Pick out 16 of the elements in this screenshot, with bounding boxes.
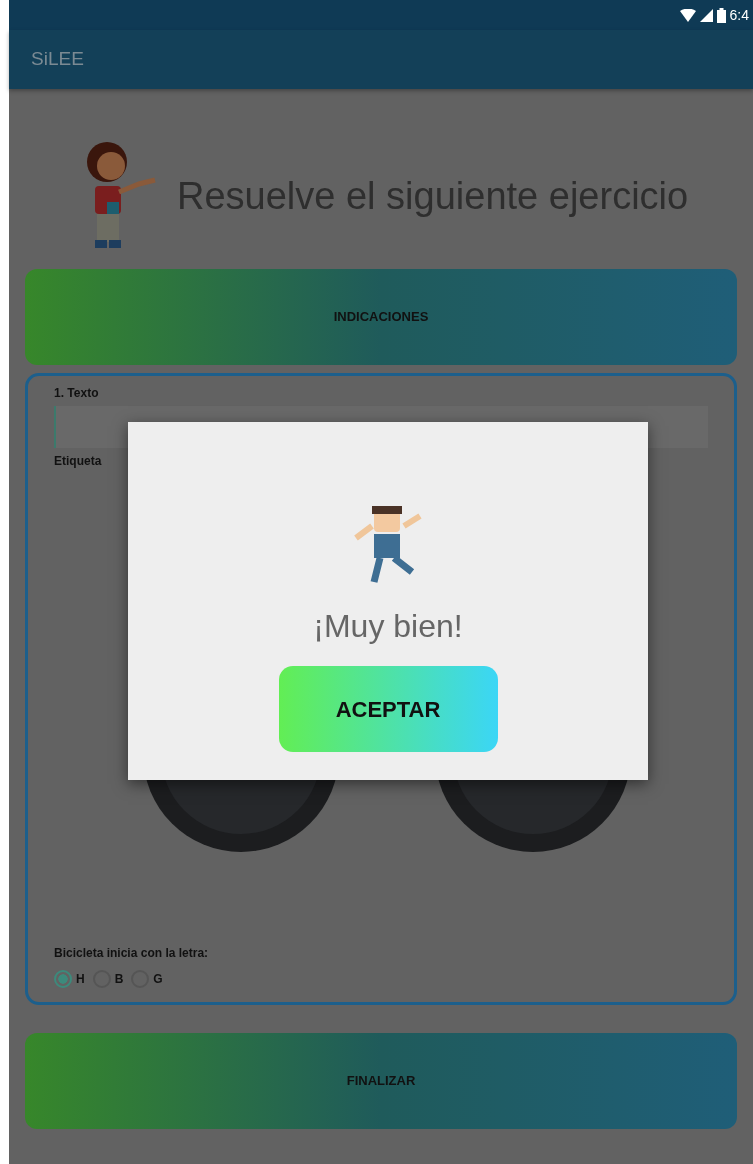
accept-button[interactable]: ACEPTAR bbox=[278, 666, 498, 752]
question-text: Bicicleta inicia con la letra: bbox=[54, 945, 209, 962]
exercise-title: 1. Texto bbox=[54, 385, 100, 402]
app-title: SiLEE bbox=[31, 47, 84, 72]
finish-button[interactable]: FINALIZAR bbox=[25, 1033, 737, 1129]
dialog-message: ¡Muy bien! bbox=[313, 607, 463, 646]
indications-button[interactable]: INDICACIONES bbox=[25, 269, 737, 365]
wifi-icon bbox=[679, 8, 696, 22]
field-label: Etiqueta bbox=[54, 453, 103, 470]
option-label: G bbox=[153, 971, 163, 988]
signal-icon bbox=[699, 8, 713, 22]
radio-button[interactable] bbox=[54, 970, 72, 988]
option-label: B bbox=[114, 971, 124, 988]
battery-icon bbox=[716, 7, 726, 23]
option-label: H bbox=[76, 971, 85, 988]
status-time: 6:4 bbox=[729, 5, 749, 25]
